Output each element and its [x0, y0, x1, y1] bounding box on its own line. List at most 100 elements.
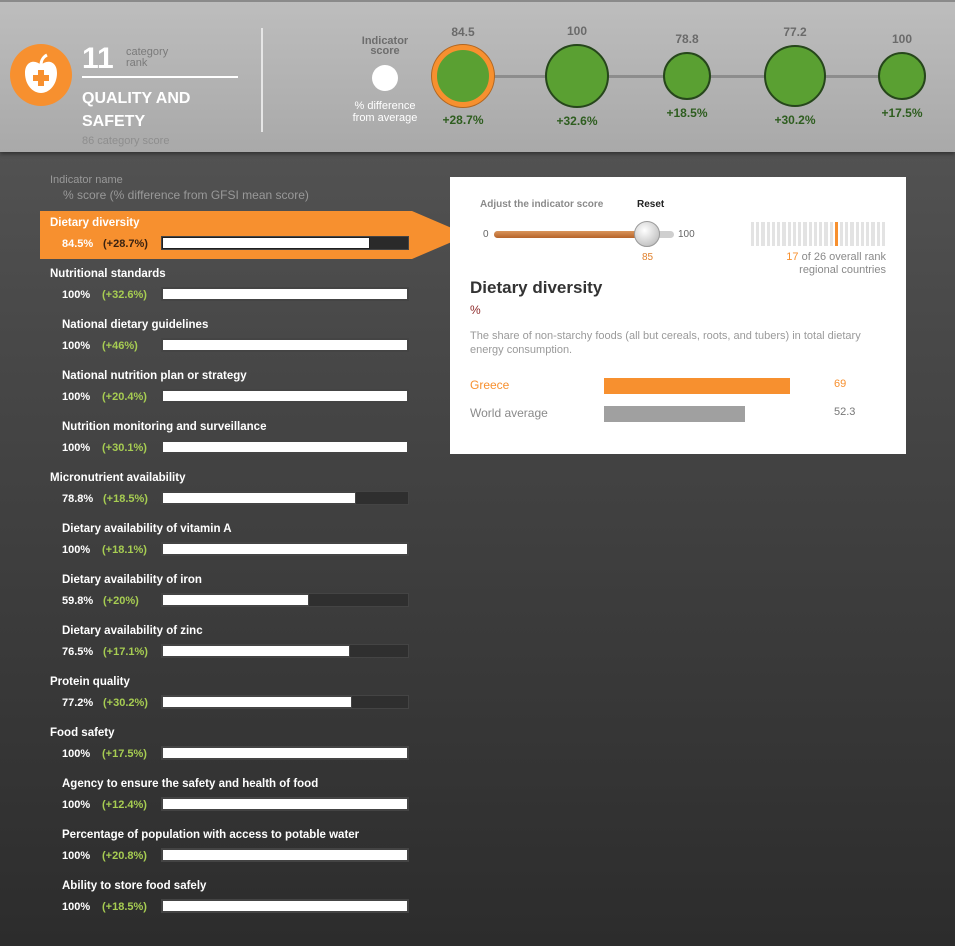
- detail-description: The share of non-starchy foods (all but …: [470, 330, 861, 356]
- slider-max: 100: [678, 229, 695, 240]
- indicator-percent: 100%: [62, 799, 91, 811]
- indicator-bar: [161, 593, 409, 607]
- indicator-diff: (+20.4%): [102, 391, 147, 403]
- indicator-row[interactable]: Ability to store food safely 100% (+18.5%): [40, 874, 412, 922]
- header-divider: [261, 28, 263, 132]
- indicator-bar-fill: [162, 747, 408, 759]
- bubble-diff: +32.6%: [556, 114, 598, 128]
- rank-cell: [845, 222, 849, 246]
- indicator-row[interactable]: Dietary availability of zinc 76.5% (+17.1%…: [40, 619, 412, 667]
- overall-rank-text: 17 of 26 overall rank regional countries: [750, 251, 886, 277]
- rank-cell: [782, 222, 786, 246]
- indicator-row[interactable]: Agency to ensure the safety and health o…: [40, 772, 412, 820]
- indicator-diff: (+32.6%): [102, 289, 147, 301]
- indicator-bar: [161, 797, 409, 811]
- indicator-percent: 100%: [62, 340, 91, 352]
- legend-indicator-score: Indicator score: [361, 35, 409, 57]
- indicator-name: Food safety: [50, 727, 115, 739]
- indicator-row[interactable]: National dietary guidelines 100% (+46%): [40, 313, 412, 361]
- bubble-diff: +30.2%: [774, 113, 816, 127]
- indicator-diff: (+28.7%): [103, 238, 148, 250]
- indicator-percent: 100%: [62, 442, 91, 454]
- reset-button[interactable]: Reset: [637, 199, 664, 210]
- rank-cell: [850, 222, 854, 246]
- indicator-diff: (+30.2%): [103, 697, 148, 709]
- slider-value: 85: [642, 252, 654, 263]
- indicator-detail-panel: Adjust the indicator score Reset 0 100 8…: [450, 177, 906, 454]
- indicator-bar-fill: [162, 339, 408, 351]
- category-rank-number: 11: [82, 42, 114, 75]
- indicator-row[interactable]: Dietary diversity 84.5% (+28.7%): [40, 211, 412, 259]
- indicator-row[interactable]: Food safety 100% (+17.5%): [40, 721, 412, 769]
- rank-cell: [803, 222, 807, 246]
- rank-cell: [766, 222, 770, 246]
- rank-cell: [829, 222, 833, 246]
- indicator-bar: [161, 848, 409, 862]
- indicator-name: Dietary availability of iron: [62, 574, 202, 586]
- indicator-name: Ability to store food safely: [62, 880, 207, 892]
- rank-underline: [82, 76, 238, 78]
- bubble-score: 100: [566, 24, 588, 38]
- bubble-diff: +28.7%: [442, 113, 484, 127]
- indicator-percent: 76.5%: [62, 646, 94, 658]
- rank-cell: [876, 222, 880, 246]
- rank-cell: [756, 222, 760, 246]
- indicator-diff: (+17.1%): [103, 646, 148, 658]
- indicator-bar: [161, 287, 409, 301]
- comparison-label: Greece: [470, 378, 510, 392]
- detail-unit: %: [470, 303, 481, 317]
- list-header-sub: % score (% difference from GFSI mean sco…: [63, 188, 309, 202]
- indicator-row[interactable]: Nutritional standards 100% (+32.6%): [40, 262, 412, 310]
- bubble-score: 100: [891, 32, 913, 46]
- rank-cell: [871, 222, 875, 246]
- indicator-row[interactable]: National nutrition plan or strategy 100% (…: [40, 364, 412, 412]
- score-slider-handle[interactable]: [634, 221, 660, 247]
- indicator-percent: 59.8%: [62, 595, 94, 607]
- indicator-name: Nutritional standards: [50, 268, 166, 280]
- indicator-bubble[interactable]: [663, 52, 711, 100]
- bubble-diff: +18.5%: [666, 106, 708, 120]
- rank-cell: [792, 222, 797, 246]
- indicator-row[interactable]: Dietary availability of vitamin A 100% (+1…: [40, 517, 412, 565]
- indicator-bar: [161, 746, 409, 760]
- indicator-percent: 77.2%: [62, 697, 94, 709]
- indicator-bubble[interactable]: [545, 44, 609, 108]
- comparison-label: World average: [470, 406, 548, 420]
- indicator-bar-fill: [162, 798, 408, 810]
- indicator-percent: 100%: [62, 391, 91, 403]
- indicator-row[interactable]: Nutrition monitoring and surveillance 100…: [40, 415, 412, 463]
- indicator-row[interactable]: Percentage of population with access to …: [40, 823, 412, 871]
- bubble-score: 84.5: [451, 25, 475, 39]
- indicator-row[interactable]: Dietary availability of iron 59.8% (+20%): [40, 568, 412, 616]
- detail-title: Dietary diversity: [470, 278, 603, 297]
- indicator-bar: [161, 695, 409, 709]
- indicator-bar: [161, 542, 409, 556]
- score-slider-fill: [494, 231, 647, 238]
- indicator-diff: (+46%): [102, 340, 138, 352]
- indicator-row[interactable]: Micronutrient availability 78.8% (+18.5%): [40, 466, 412, 514]
- apple-health-icon: [10, 44, 72, 106]
- indicator-diff: (+18.1%): [102, 544, 147, 556]
- indicator-bar: [161, 491, 409, 505]
- rank-cell: [824, 222, 828, 246]
- overall-rank-suffix: of 26 overall rank: [801, 251, 886, 263]
- rank-cell: [866, 222, 870, 246]
- indicator-name: Dietary diversity: [50, 217, 140, 229]
- rank-cell: [751, 222, 755, 246]
- indicator-bubble[interactable]: [764, 45, 826, 107]
- category-score: 86 category score: [82, 135, 170, 147]
- indicator-name: Percentage of population with access to …: [62, 829, 360, 841]
- indicator-diff: (+30.1%): [102, 442, 147, 454]
- indicator-bar: [161, 440, 409, 454]
- indicator-row[interactable]: Protein quality 77.2% (+30.2%): [40, 670, 412, 718]
- comparison-value: 69: [834, 378, 847, 390]
- indicator-bubble[interactable]: [878, 52, 926, 100]
- indicator-diff: (+12.4%): [102, 799, 147, 811]
- legend-pct-diff: % difference from average: [352, 100, 418, 124]
- indicator-name: Agency to ensure the safety and health o…: [62, 778, 319, 790]
- bubble-diff: +17.5%: [881, 106, 923, 120]
- indicator-bar: [161, 899, 409, 913]
- indicator-bubble[interactable]: [432, 45, 494, 107]
- rank-strip: [751, 222, 886, 246]
- indicator-bar: [161, 644, 409, 658]
